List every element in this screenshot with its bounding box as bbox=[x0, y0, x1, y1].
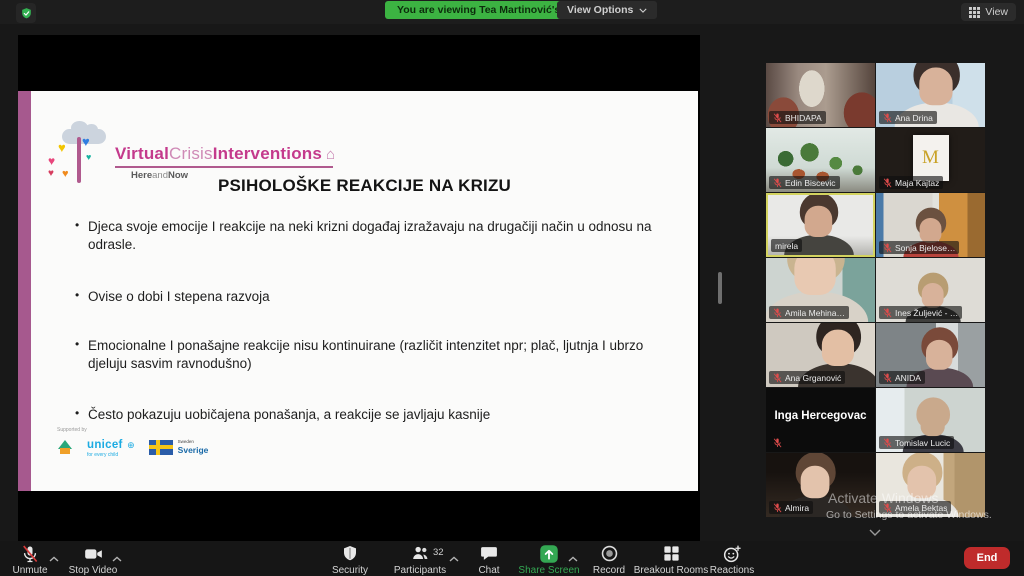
mic-muted-icon bbox=[883, 438, 892, 448]
participant-gallery: BHIDAPA Ana Drina Edin Biscevic M Maja K… bbox=[766, 63, 985, 517]
top-bar: You are viewing Tea Martinović's screen … bbox=[0, 0, 1024, 24]
participant-tile[interactable]: Sonja Bjelose… bbox=[876, 193, 985, 257]
mic-muted-icon bbox=[883, 178, 892, 188]
participant-name-label: Maja Kajtaz bbox=[879, 176, 943, 189]
mic-muted-icon bbox=[883, 113, 892, 123]
participant-tile[interactable]: Ana Drina bbox=[876, 63, 985, 127]
participant-name-label: Ana Grganović bbox=[769, 371, 845, 384]
brand-title: VirtualCrisisInterventions⌂ bbox=[115, 144, 335, 164]
toolbar-label: Record bbox=[593, 565, 625, 576]
sponsor-logos: unicef ⊕ for every child Sweden Sverige bbox=[57, 437, 208, 457]
participants-icon bbox=[410, 544, 431, 563]
meeting-toolbar: End Unmute Stop Video Security 32 Participan… bbox=[0, 541, 1024, 576]
sweden-flag-icon bbox=[149, 440, 173, 455]
participant-tile[interactable]: Almira bbox=[766, 453, 875, 517]
video-icon bbox=[83, 544, 104, 563]
panel-resize-handle[interactable] bbox=[718, 272, 722, 304]
participant-name-label: Almira bbox=[769, 501, 813, 514]
brand-underline bbox=[115, 166, 333, 168]
slide-title: PSIHOLOŠKE REAKCIJE NA KRIZU bbox=[31, 176, 698, 196]
participant-name-label: ANIDA bbox=[879, 371, 925, 384]
shared-screen-region: ♥ ♥ ♥ ♥ ♥ ♥ VirtualCrisisInterventions⌂ … bbox=[18, 35, 700, 541]
zoom-meeting-window: You are viewing Tea Martinović's screen … bbox=[0, 0, 1024, 576]
unicef-logo: unicef ⊕ for every child bbox=[87, 436, 135, 458]
participant-name-label: Edin Biscevic bbox=[769, 176, 840, 189]
participant-name-label: Amila Mehina… bbox=[769, 306, 849, 319]
view-options-button[interactable]: View Options bbox=[557, 1, 657, 19]
participant-tile[interactable]: Amila Mehina… bbox=[766, 258, 875, 322]
participant-name-label: Sonja Bjelose… bbox=[879, 241, 959, 254]
participant-name-label bbox=[769, 436, 786, 449]
toolbar-label: Unmute bbox=[12, 565, 47, 576]
toolbar-reactions[interactable]: Reactions bbox=[687, 544, 777, 576]
supported-by-label: Supported by bbox=[57, 427, 87, 433]
slide-bullet: Često pokazuju uobičajena ponašanja, a r… bbox=[88, 406, 678, 424]
slide-bullet: Djeca svoje emocije I reakcije na neki k… bbox=[88, 218, 678, 254]
toolbar-label: Reactions bbox=[710, 565, 754, 576]
participant-name-label: Tomislav Lucic bbox=[879, 436, 954, 449]
mic-muted-icon bbox=[773, 178, 782, 188]
slide-accent-strip bbox=[18, 91, 31, 491]
participant-name-centered: Inga Hercegovac bbox=[766, 410, 875, 422]
gallery-collapse-chevron[interactable] bbox=[860, 523, 890, 541]
mic-muted-icon bbox=[883, 373, 892, 383]
chevron-up-icon[interactable] bbox=[112, 549, 122, 567]
mic-muted-icon bbox=[883, 243, 892, 253]
grid-view-icon bbox=[969, 7, 980, 18]
participant-tile[interactable]: Ana Grganović bbox=[766, 323, 875, 387]
toolbar-label: Chat bbox=[478, 565, 499, 576]
participants-count: 32 bbox=[433, 547, 444, 558]
participant-tile[interactable]: Amela Bektas bbox=[876, 453, 985, 517]
mic-muted-icon bbox=[773, 373, 782, 383]
house-icon: ⌂ bbox=[326, 146, 335, 163]
participant-name-label: Ines Žuljević - … bbox=[879, 306, 962, 319]
mic-muted-icon bbox=[883, 503, 892, 513]
sos-house-logo-icon bbox=[57, 440, 73, 454]
shield-icon bbox=[341, 544, 359, 563]
view-button[interactable]: View bbox=[961, 3, 1016, 21]
presentation-slide: ♥ ♥ ♥ ♥ ♥ ♥ VirtualCrisisInterventions⌂ … bbox=[18, 91, 698, 491]
participant-name-label: mirela bbox=[771, 239, 802, 252]
participant-tile[interactable]: mirela bbox=[766, 193, 875, 257]
toolbar-stop-video[interactable]: Stop Video bbox=[48, 544, 138, 576]
record-icon bbox=[600, 544, 619, 563]
participant-tile[interactable]: BHIDAPA bbox=[766, 63, 875, 127]
participant-name-label: BHIDAPA bbox=[769, 111, 826, 124]
mic-muted-icon bbox=[773, 308, 782, 318]
participant-tile[interactable]: ANIDA bbox=[876, 323, 985, 387]
reactions-icon bbox=[722, 544, 742, 563]
chat-icon bbox=[479, 544, 499, 563]
breakout-rooms-icon bbox=[662, 544, 681, 563]
participant-tile[interactable]: Tomislav Lucic bbox=[876, 388, 985, 452]
participant-tile[interactable]: Ines Žuljević - … bbox=[876, 258, 985, 322]
toolbar-label: Participants bbox=[394, 565, 446, 576]
encryption-shield-icon[interactable] bbox=[16, 3, 36, 23]
share-screen-icon bbox=[539, 544, 559, 563]
participant-name-label: Amela Bektas bbox=[879, 501, 951, 514]
mic-muted-icon bbox=[773, 438, 782, 448]
sweden-logo-text: Sweden Sverige bbox=[178, 440, 209, 454]
mic-muted-icon bbox=[773, 503, 782, 513]
toolbar-label: Security bbox=[332, 565, 368, 576]
participant-tile[interactable]: Inga Hercegovac bbox=[766, 388, 875, 452]
slide-bullet: Ovise o dobi I stepena razvoja bbox=[88, 288, 678, 306]
toolbar-label: Stop Video bbox=[69, 565, 118, 576]
end-meeting-button[interactable]: End bbox=[964, 547, 1010, 569]
chevron-down-icon bbox=[639, 8, 647, 13]
mic-muted-icon bbox=[20, 544, 40, 563]
slide-bullet: Emocionalne I ponašajne reakcije nisu ko… bbox=[88, 337, 678, 373]
participant-tile[interactable]: Edin Biscevic bbox=[766, 128, 875, 192]
frame-art: M bbox=[913, 135, 949, 181]
participant-name-label: Ana Drina bbox=[879, 111, 937, 124]
mic-muted-icon bbox=[773, 113, 782, 123]
mic-muted-icon bbox=[883, 308, 892, 318]
participant-tile[interactable]: M Maja Kajtaz bbox=[876, 128, 985, 192]
